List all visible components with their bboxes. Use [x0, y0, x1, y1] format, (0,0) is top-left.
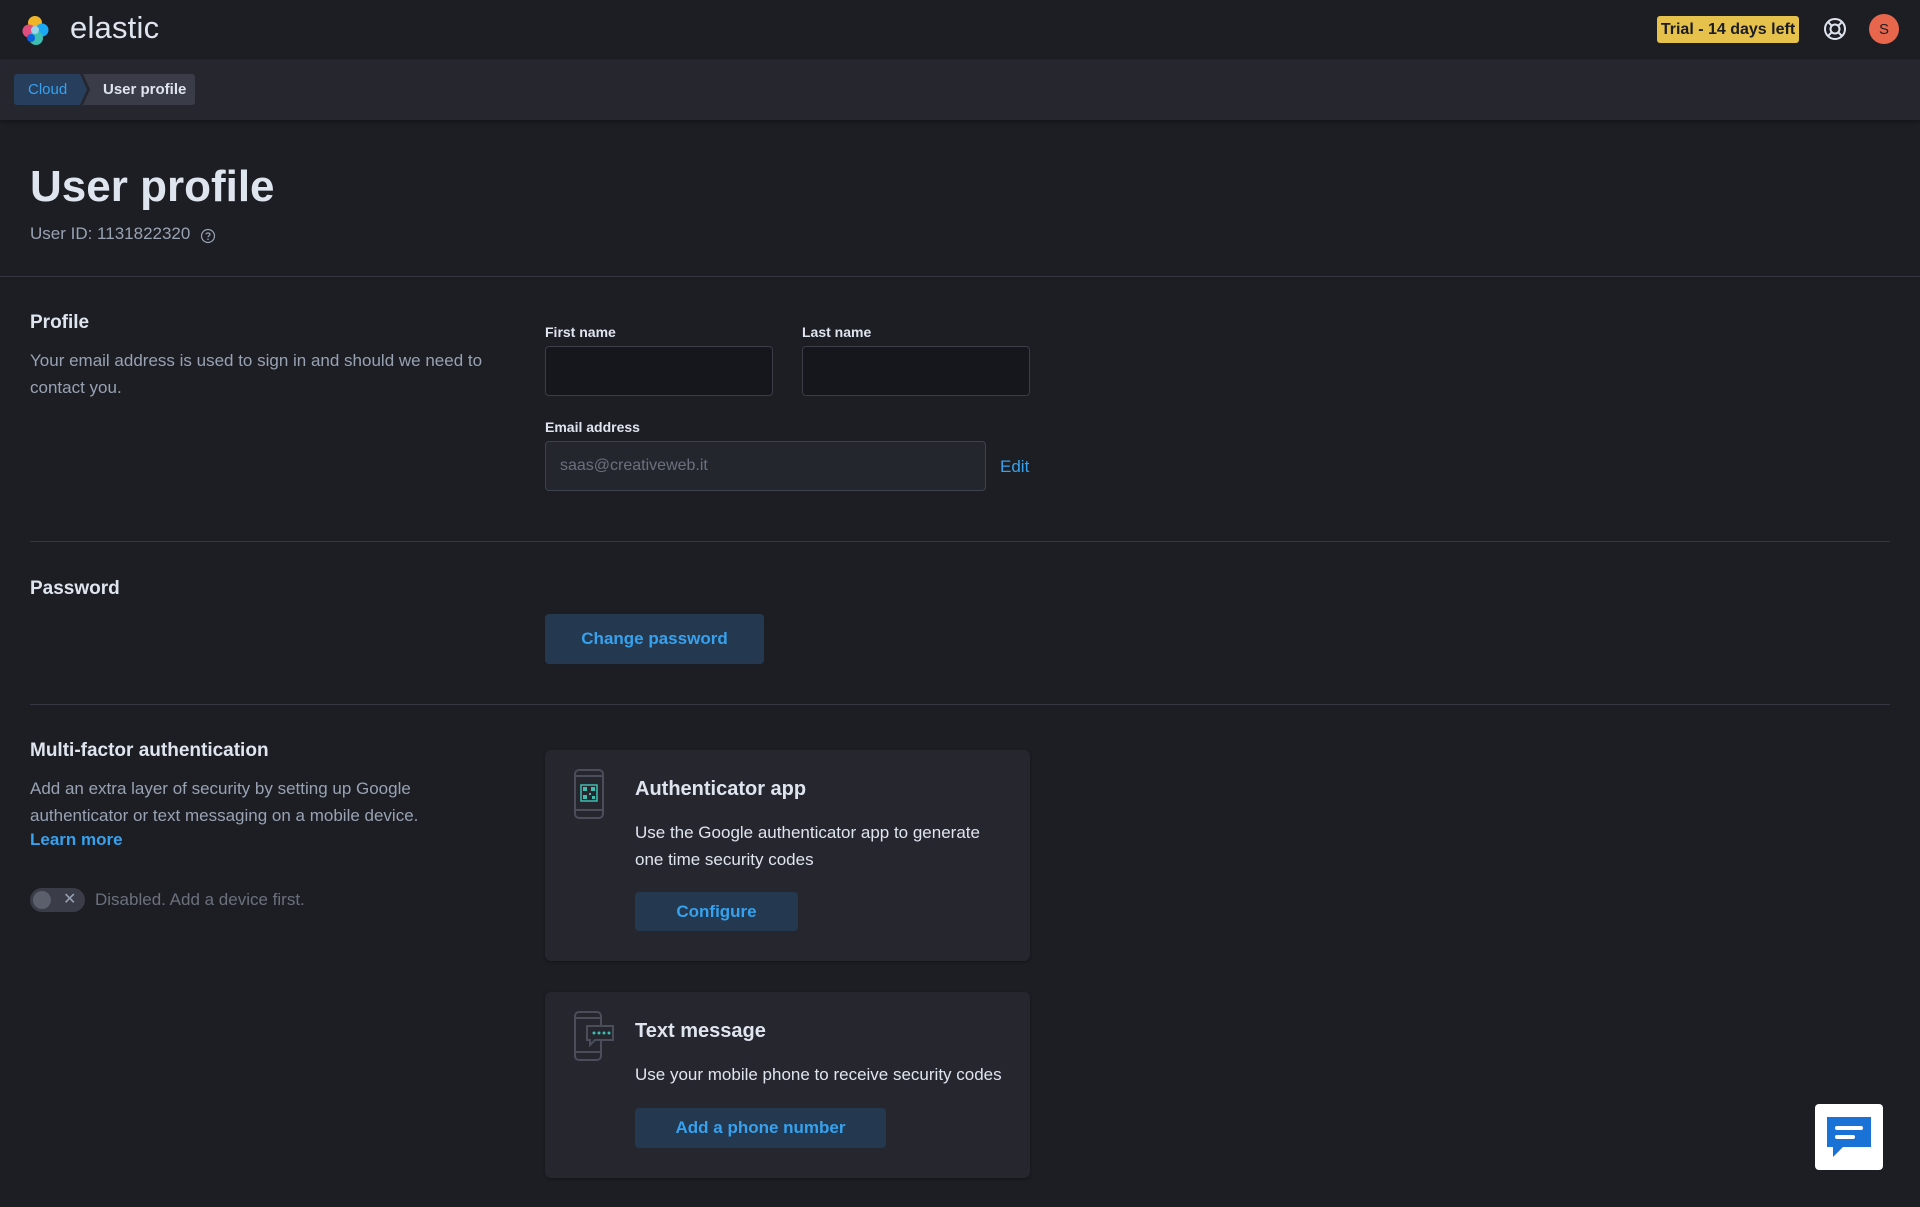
edit-email-link[interactable]: Edit — [1000, 457, 1029, 477]
mfa-toggle[interactable]: ✕ — [30, 888, 85, 912]
breadcrumb-item-cloud[interactable]: Cloud — [14, 74, 87, 105]
profile-section-description: Your email address is used to sign in an… — [30, 351, 483, 397]
text-message-phone-icon — [574, 1011, 614, 1061]
last-name-field[interactable] — [802, 346, 1030, 396]
help-lifebuoy-icon[interactable] — [1822, 16, 1848, 42]
authenticator-app-description: Use the Google authenticator app to gene… — [635, 823, 980, 869]
user-avatar[interactable]: S — [1869, 14, 1899, 44]
toggle-knob — [33, 891, 51, 909]
first-name-label: First name — [545, 324, 616, 340]
profile-section-title: Profile — [30, 312, 90, 333]
elastic-logo[interactable] — [20, 14, 52, 46]
last-name-label: Last name — [802, 324, 872, 340]
top-header: elastic Trial - 14 days left S — [0, 0, 1920, 60]
breadcrumb-item-user-profile: User profile — [83, 74, 195, 105]
user-id: User ID: 1131822320 — [30, 224, 216, 244]
password-section-title: Password — [30, 578, 120, 599]
page-title: User profile — [30, 162, 275, 211]
text-message-description: Use your mobile phone to receive securit… — [635, 1065, 1002, 1084]
mfa-toggle-label: Disabled. Add a device first. — [95, 890, 305, 909]
chat-widget-button[interactable] — [1815, 1104, 1883, 1170]
toggle-off-icon: ✕ — [63, 891, 77, 908]
user-id-text: User ID: 1131822320 — [30, 224, 191, 243]
authenticator-app-title: Authenticator app — [635, 778, 807, 800]
mfa-section-description: Add an extra layer of security by settin… — [30, 779, 419, 825]
password-divider — [30, 704, 1890, 705]
learn-more-link[interactable]: Learn more — [30, 830, 123, 850]
add-phone-number-button[interactable]: Add a phone number — [635, 1108, 886, 1148]
chat-bubble-icon — [1827, 1117, 1871, 1157]
header-divider — [0, 276, 1920, 277]
authenticator-phone-icon — [574, 769, 604, 819]
authenticator-app-card: Authenticator app Use the Google authent… — [545, 750, 1030, 961]
trial-badge[interactable]: Trial - 14 days left — [1657, 16, 1799, 43]
change-password-button[interactable]: Change password — [545, 614, 764, 664]
brand-name: elastic — [70, 10, 160, 45]
first-name-field[interactable] — [545, 346, 773, 396]
email-label: Email address — [545, 419, 640, 435]
profile-divider — [30, 541, 1890, 542]
breadcrumb: Cloud User profile — [0, 60, 1920, 120]
email-field — [545, 441, 986, 491]
question-circle-icon[interactable] — [200, 228, 216, 244]
configure-button[interactable]: Configure — [635, 892, 798, 931]
text-message-title: Text message — [635, 1020, 766, 1042]
text-message-card: Text message Use your mobile phone to re… — [545, 992, 1030, 1178]
mfa-section-title: Multi-factor authentication — [30, 740, 269, 761]
